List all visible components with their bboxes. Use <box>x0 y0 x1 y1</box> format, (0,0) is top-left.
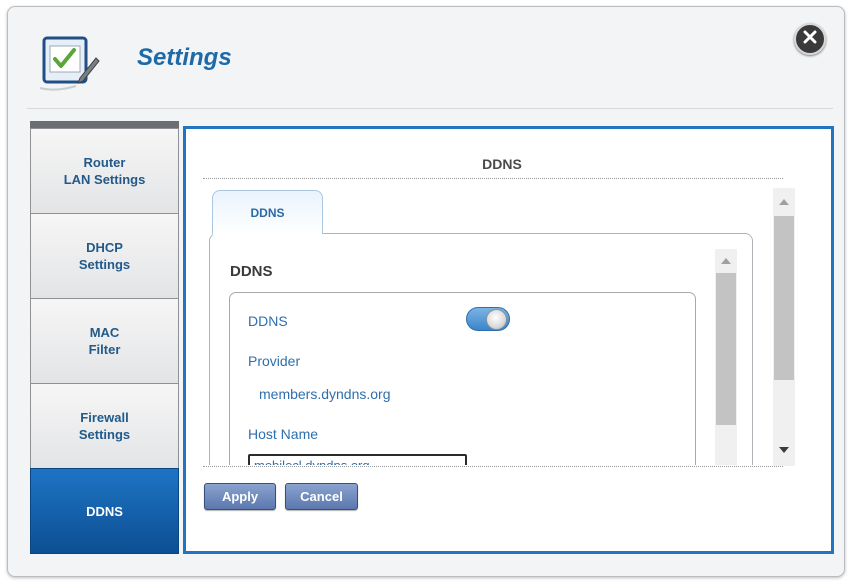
tab-joint <box>213 232 322 235</box>
close-button[interactable] <box>794 23 826 55</box>
host-name-clip <box>240 450 480 465</box>
ddns-toggle-label: DDNS <box>248 313 288 329</box>
content-title: DDNS <box>482 156 522 172</box>
title-divider <box>203 178 783 179</box>
host-name-input[interactable] <box>248 454 467 465</box>
provider-value[interactable]: members.dyndns.org <box>259 386 391 402</box>
cancel-button[interactable]: Cancel <box>285 483 358 510</box>
outer-scrollbar-thumb[interactable] <box>774 216 794 380</box>
outer-scroll-down-icon[interactable] <box>779 447 789 453</box>
toggle-knob <box>486 309 507 330</box>
apply-button[interactable]: Apply <box>204 483 276 510</box>
tab-ddns[interactable]: DDNS <box>212 190 323 234</box>
sidebar-item-ddns[interactable]: DDNS <box>30 468 179 554</box>
section-heading: DDNS <box>230 263 273 280</box>
sidebar-item-mac-filter[interactable]: MAC Filter <box>30 298 179 384</box>
outer-scroll-up-icon[interactable] <box>779 199 789 205</box>
provider-label: Provider <box>248 353 301 369</box>
close-icon <box>803 30 817 49</box>
inner-scroll-up-icon[interactable] <box>721 258 731 264</box>
page-title: Settings <box>137 44 232 71</box>
sidebar-item-router-lan-settings[interactable]: Router LAN Settings <box>30 128 179 214</box>
inner-scrollbar-thumb[interactable] <box>716 273 736 425</box>
ddns-toggle[interactable] <box>466 307 510 331</box>
footer-divider <box>203 466 783 467</box>
settings-checklist-icon <box>36 28 100 92</box>
sidebar-item-firewall-settings[interactable]: Firewall Settings <box>30 383 179 469</box>
sidebar-item-dhcp-settings[interactable]: DHCP Settings <box>30 213 179 299</box>
header-divider <box>27 108 833 109</box>
host-name-label: Host Name <box>248 426 319 442</box>
